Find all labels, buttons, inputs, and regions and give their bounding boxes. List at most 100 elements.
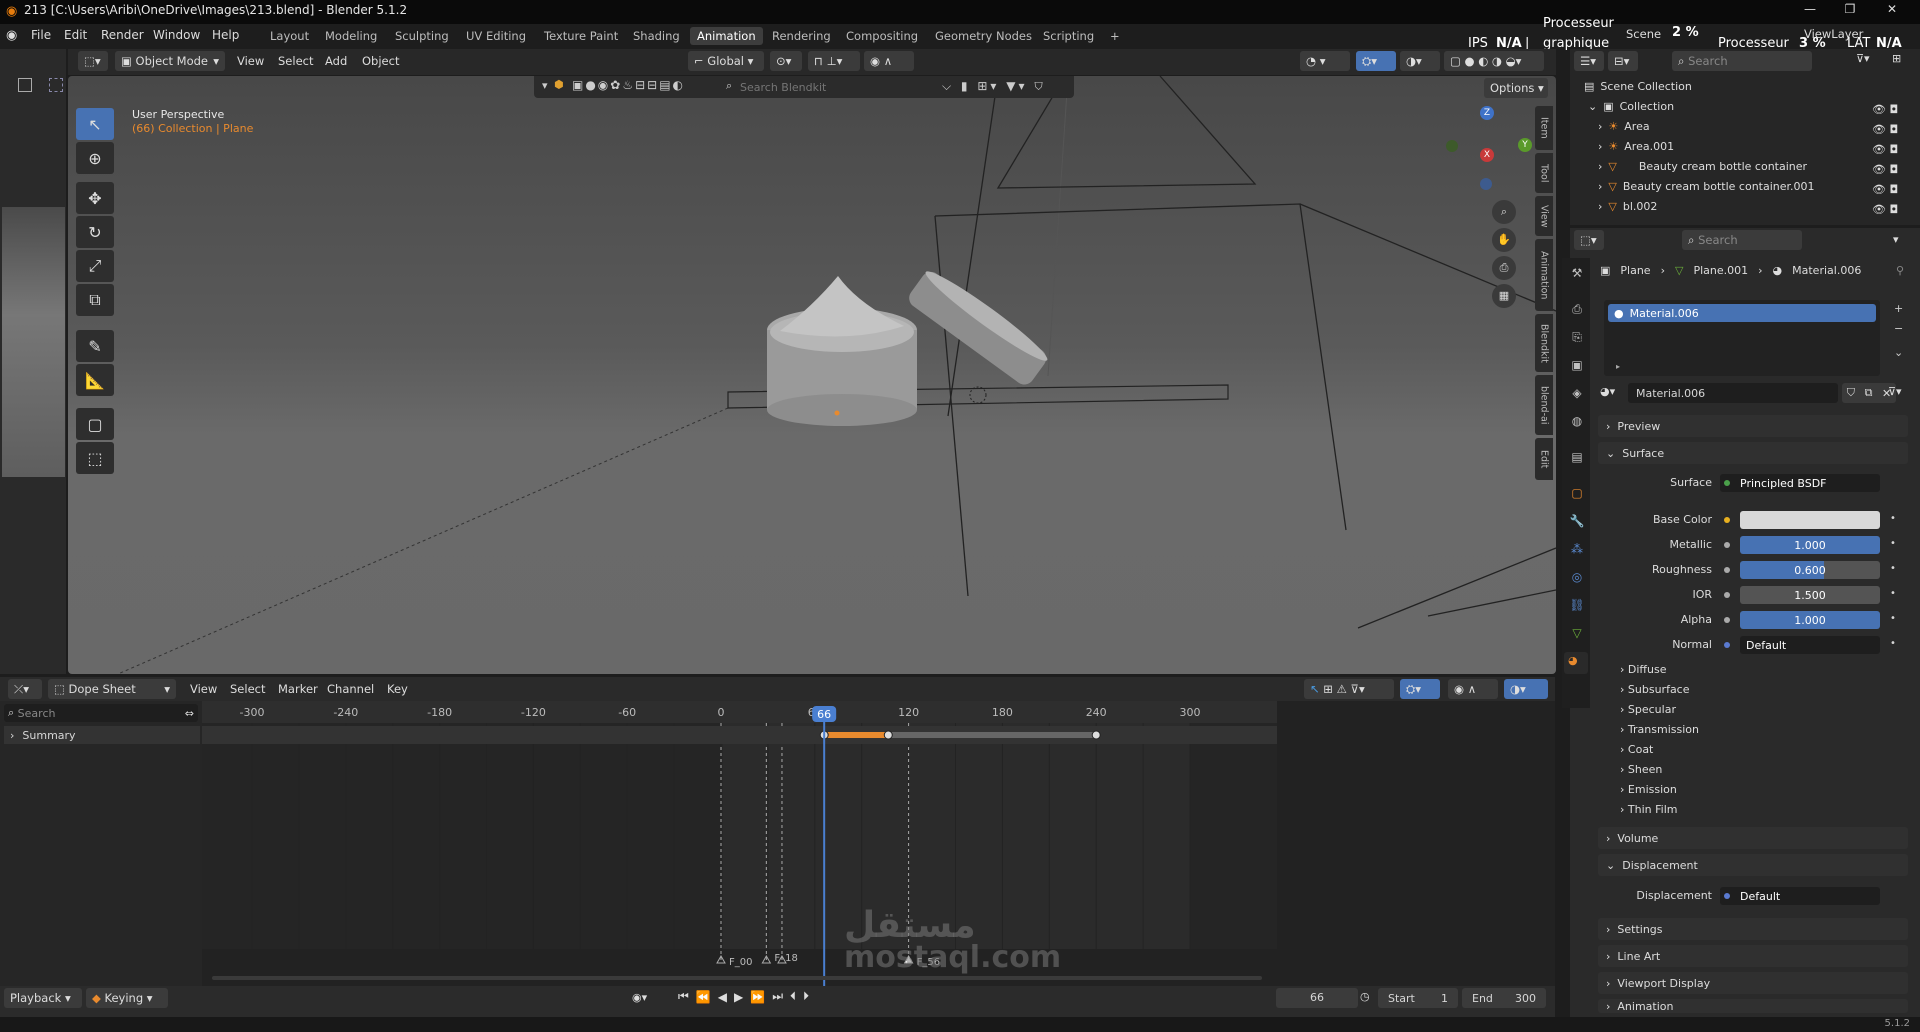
tab-view[interactable]: View xyxy=(1535,196,1553,236)
scene-tab-icon[interactable]: ◈ xyxy=(1568,386,1586,404)
annotate-tool-icon[interactable]: ✎ xyxy=(76,330,114,362)
collection-tab-icon[interactable]: ▤ xyxy=(1568,450,1586,468)
subpanel-thin-film[interactable]: › Thin Film xyxy=(1620,803,1677,816)
auto-key-icon[interactable]: ◉▾ xyxy=(632,991,647,1004)
panel-surface[interactable]: ⌄ Surface xyxy=(1598,442,1908,464)
gizmo-neg-y[interactable] xyxy=(1446,140,1458,152)
tab-modeling[interactable]: Modeling xyxy=(318,27,384,45)
outliner-editor-type[interactable]: ☰▾ xyxy=(1574,51,1604,71)
properties-editor-type[interactable]: ⬚▾ xyxy=(1574,230,1604,250)
prev-keyframe-icon[interactable]: ⏪ xyxy=(696,990,711,1004)
dopesheet-proportional[interactable]: ◉ ∧ xyxy=(1448,679,1498,699)
scale-tool-icon[interactable]: ⤢ xyxy=(76,250,114,282)
tab-scripting[interactable]: Scripting xyxy=(1036,27,1101,45)
outliner-item[interactable]: › ▽ Beauty cream bottle container.001 xyxy=(1598,180,1815,193)
tab-blend-ai[interactable]: blend-ai xyxy=(1535,375,1553,435)
options-dropdown[interactable]: Options ▾ xyxy=(1484,78,1548,98)
transform-orientation-dropdown[interactable]: ⌐ Global ▾ xyxy=(688,51,764,71)
animate-property-icon[interactable]: • xyxy=(1890,538,1896,549)
add-workspace-button[interactable]: + xyxy=(1103,27,1127,45)
dopesheet-overlay[interactable]: ◑▾ xyxy=(1504,679,1548,699)
animate-property-icon[interactable]: • xyxy=(1890,638,1896,649)
modifier-tab-icon[interactable]: 🔧 xyxy=(1568,514,1586,532)
chevron-down-icon[interactable]: ⌄ xyxy=(1894,346,1903,359)
panel-displacement[interactable]: ⌄ Displacement xyxy=(1598,854,1908,876)
material-slot[interactable]: ● Material.006 xyxy=(1608,304,1876,322)
display-mode-button[interactable]: ⊟▾ xyxy=(1608,51,1638,71)
subpanel-transmission[interactable]: › Transmission xyxy=(1620,723,1699,736)
dopesheet-menu-marker[interactable]: Marker xyxy=(278,682,318,696)
animate-property-icon[interactable]: • xyxy=(1890,613,1896,624)
scene-selector[interactable]: Scene xyxy=(1626,27,1661,41)
chevron-down-icon[interactable]: ▾ xyxy=(1893,233,1899,246)
tab-blendkit[interactable]: Blendkit xyxy=(1535,314,1553,372)
tab-compositing[interactable]: Compositing xyxy=(839,27,925,45)
object-tab-icon[interactable]: ▢ xyxy=(1568,486,1586,504)
panel-volume[interactable]: › Volume xyxy=(1598,827,1908,849)
add-primitive-tool-icon[interactable]: ⬚ xyxy=(76,442,114,474)
blendkit-filter-icons[interactable]: ⌵ ▮ ⊞▾ ▼▾ ⛉ xyxy=(942,79,1046,94)
outliner-item[interactable]: ⌄ ▣ Collection xyxy=(1588,100,1674,113)
view-layer-tab-icon[interactable]: ▣ xyxy=(1568,358,1586,376)
tab-uv-editing[interactable]: UV Editing xyxy=(459,27,533,45)
dopesheet-filter-buttons[interactable]: ↖ ⊞ ⚠ ⊽▾ xyxy=(1304,679,1394,699)
menu-edit[interactable]: Edit xyxy=(64,28,87,42)
pivot-button[interactable]: ⊙▾ xyxy=(770,51,802,71)
subpanel-sheen[interactable]: › Sheen xyxy=(1620,763,1662,776)
dopesheet-menu-channel[interactable]: Channel xyxy=(327,682,374,696)
particles-tab-icon[interactable]: ⁂ xyxy=(1568,542,1586,560)
tab-animation[interactable]: Animation xyxy=(690,27,763,45)
input-field[interactable]: 1.000 xyxy=(1740,611,1880,629)
play-icon[interactable]: ▶ xyxy=(734,990,743,1004)
proportional-edit-button[interactable]: ◉ ∧ xyxy=(864,51,914,71)
start-frame-field[interactable]: Start 1 xyxy=(1378,988,1458,1008)
asset-type-icons[interactable]: ▣●◉✿♨⊟⊟▤◐ xyxy=(572,78,685,92)
subpanel-coat[interactable]: › Coat xyxy=(1620,743,1653,756)
menu-file[interactable]: File xyxy=(31,28,51,42)
panel-settings[interactable]: › Settings xyxy=(1598,918,1908,940)
chevron-down-icon[interactable]: ▾ xyxy=(542,79,548,92)
dopesheet-editor-type[interactable]: ⤫▾ xyxy=(8,679,42,699)
gizmo-y[interactable]: Y xyxy=(1518,138,1532,152)
jump-start-icon[interactable]: ⏮ xyxy=(678,989,689,1004)
panel-viewport-display[interactable]: › Viewport Display xyxy=(1598,972,1908,994)
tab-texture-paint[interactable]: Texture Paint xyxy=(537,27,625,45)
prev-marker-icon[interactable]: ⏴ xyxy=(790,989,796,1004)
outliner-item[interactable]: ▤ Scene Collection xyxy=(1584,80,1692,93)
dopesheet-menu-key[interactable]: Key xyxy=(387,682,408,696)
material-name-field[interactable]: Material.006 xyxy=(1628,383,1838,403)
next-marker-icon[interactable]: ⏵ xyxy=(803,989,809,1004)
shading-buttons[interactable]: ▢ ● ◐ ◑ ◒▾ xyxy=(1444,51,1544,71)
input-field[interactable]: 1.500 xyxy=(1740,586,1880,604)
zoom-icon[interactable]: ⌕ xyxy=(1492,200,1516,224)
editor-type-button[interactable]: ⬚▾ xyxy=(78,51,108,71)
current-frame-field[interactable]: 66 xyxy=(1276,988,1358,1008)
tab-tool[interactable]: Tool xyxy=(1535,153,1553,193)
blendkit-search-input[interactable] xyxy=(740,78,960,96)
dopesheet-menu-select[interactable]: Select xyxy=(230,682,265,696)
3d-viewport[interactable]: User Perspective (66) Collection | Plane… xyxy=(68,76,1556,674)
camera-view-icon[interactable]: ⎙ xyxy=(1492,256,1516,280)
close-button[interactable]: ✕ xyxy=(1872,2,1912,16)
expand-icon[interactable]: ▸ xyxy=(1616,362,1620,371)
mode-dropdown[interactable]: ▣ Object Mode ▾ xyxy=(115,51,225,71)
subpanel-subsurface[interactable]: › Subsurface xyxy=(1620,683,1690,696)
node-icon[interactable]: ⊽▾ xyxy=(1888,385,1902,398)
fake-user-icon[interactable]: ⛉ xyxy=(1847,386,1855,400)
surface-shader-field[interactable]: Principled BSDF xyxy=(1720,474,1880,492)
outliner-item[interactable]: › ▽ Beauty cream bottle container xyxy=(1598,160,1807,173)
rotate-tool-icon[interactable]: ↻ xyxy=(76,216,114,248)
select-tool-icon[interactable]: ↖ xyxy=(76,108,114,140)
menu-window[interactable]: Window xyxy=(153,28,200,42)
timeline-scrollbar[interactable] xyxy=(212,976,1262,980)
input-field[interactable]: Default xyxy=(1740,636,1880,654)
tab-rendering[interactable]: Rendering xyxy=(765,27,838,45)
gizmo-neg-z[interactable] xyxy=(1480,178,1492,190)
add-slot-icon[interactable]: + xyxy=(1894,302,1903,315)
filter-icon[interactable]: ⊽▾ xyxy=(1856,52,1870,65)
panel-animation[interactable]: › Animation xyxy=(1598,999,1908,1013)
viewport-menu-object[interactable]: Object xyxy=(362,54,399,68)
outliner-search[interactable]: ⌕ Search xyxy=(1672,51,1812,71)
play-reverse-icon[interactable]: ◀ xyxy=(718,990,727,1004)
new-collection-icon[interactable]: ⊞ xyxy=(1892,52,1901,65)
